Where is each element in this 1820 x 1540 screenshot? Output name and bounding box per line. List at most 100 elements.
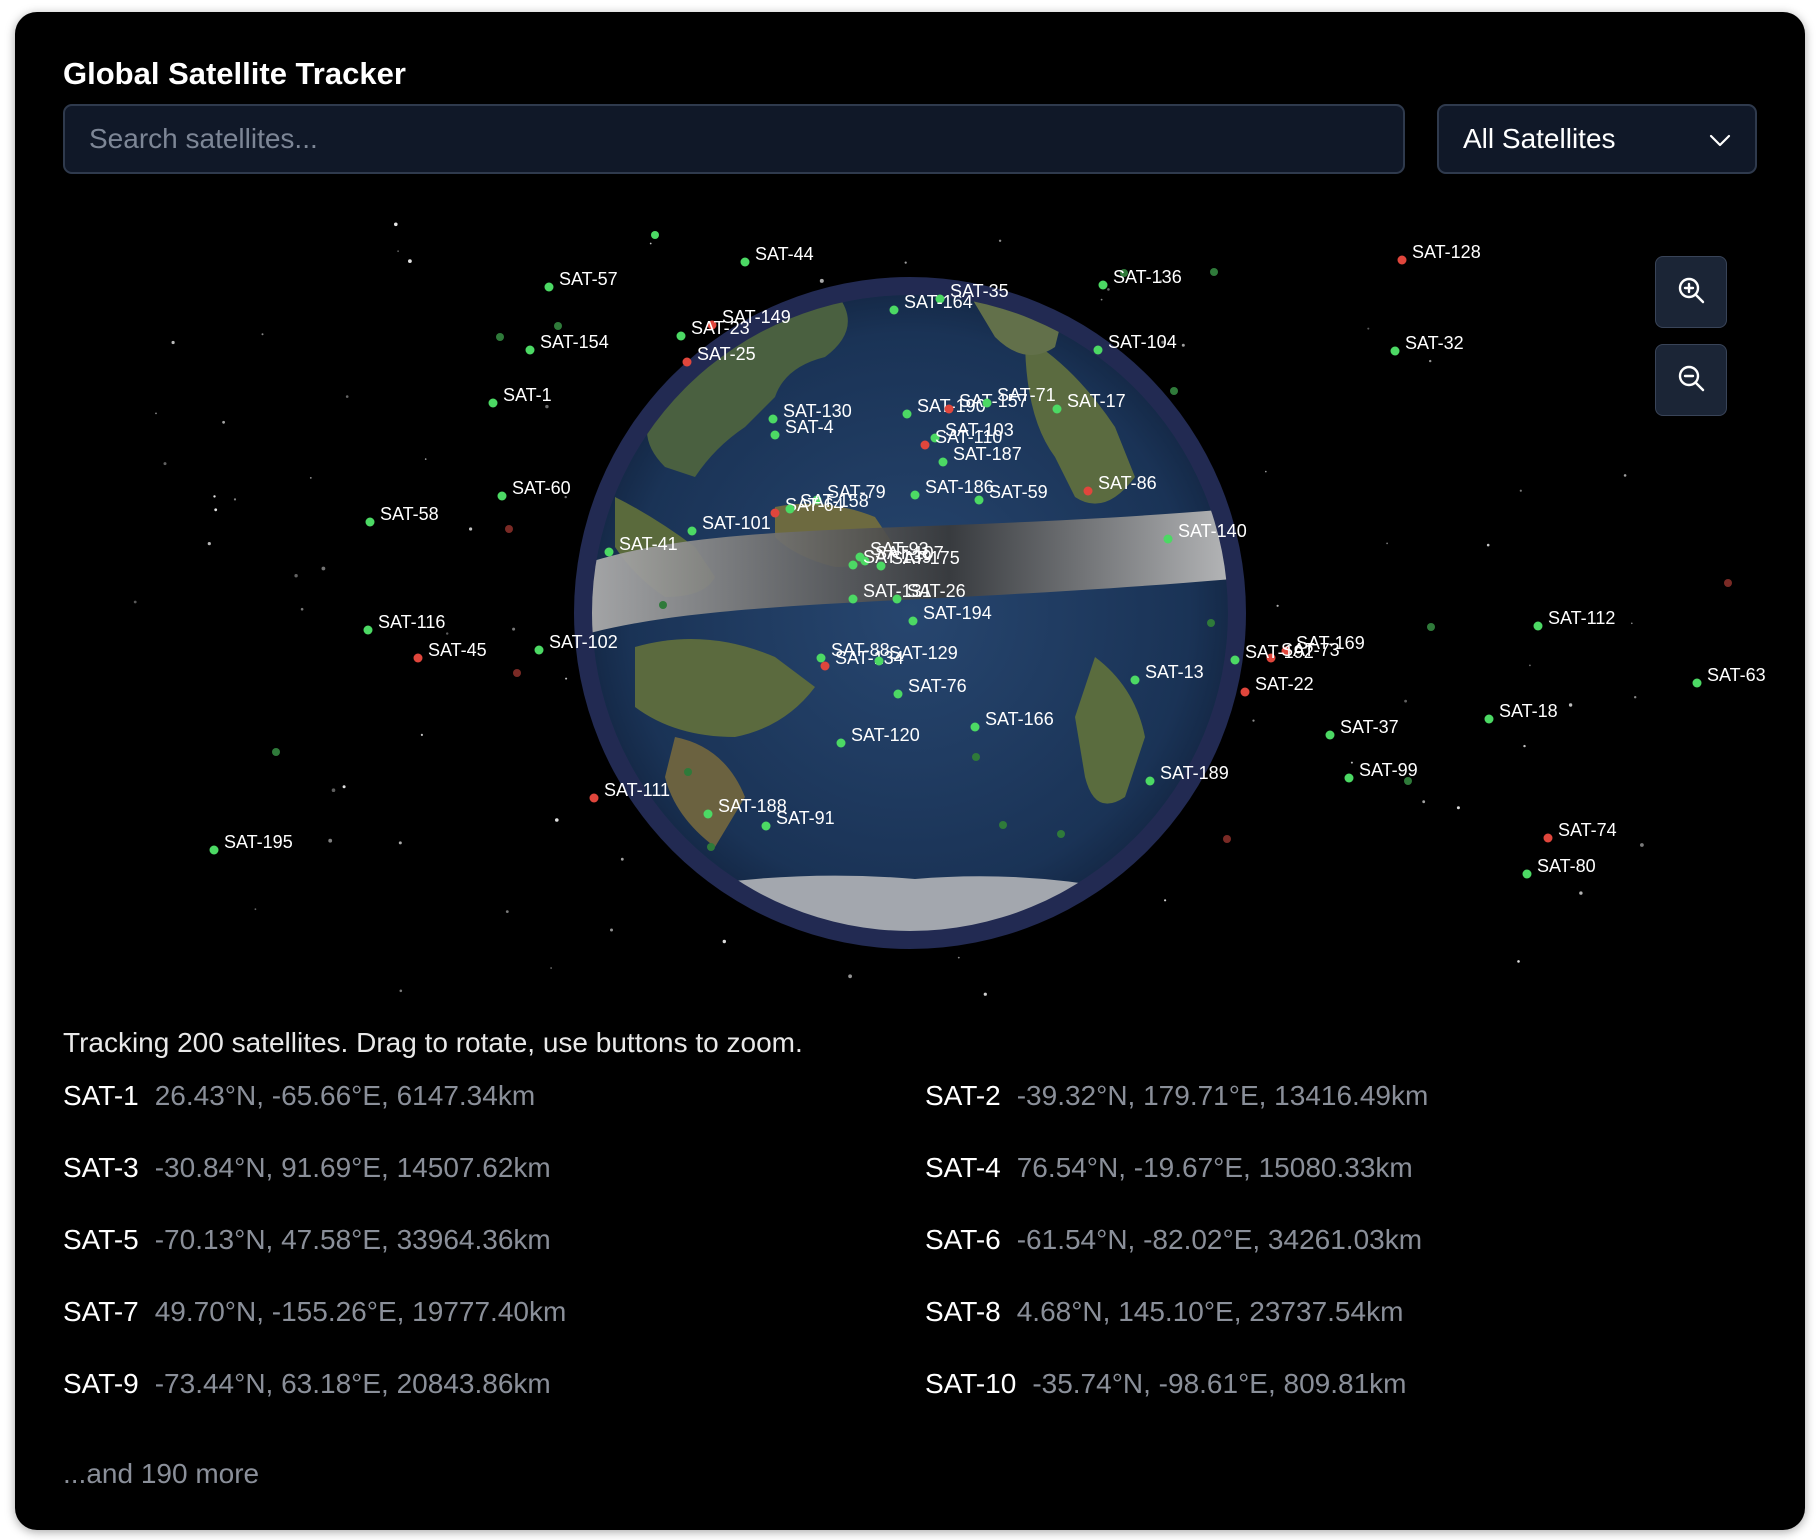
satellite-dot[interactable] [1145,776,1155,786]
satellite-dot[interactable] [534,645,544,655]
satellite-marker[interactable]: SAT-195 [209,832,293,855]
satellite-dot[interactable] [365,517,375,527]
satellite-dot[interactable] [902,409,912,419]
star [300,607,304,611]
satellite-dot[interactable] [1390,346,1400,356]
filter-select[interactable]: All Satellites [1437,104,1757,174]
list-item: SAT-5 -70.13°N, 47.58°E, 33964.36km [63,1224,551,1256]
satellite-dot[interactable] [761,821,771,831]
satellite-dot[interactable] [525,345,535,355]
satellite-marker[interactable]: SAT-18 [1484,701,1558,724]
satellite-dot[interactable] [1543,833,1553,843]
satellite-dot[interactable] [768,414,778,424]
globe-view[interactable]: SAT-44SAT-57SAT-128SAT-136SAT-35SAT-164S… [15,217,1805,1012]
satellite-dot[interactable] [209,845,219,855]
satellite-marker[interactable]: SAT-102 [534,632,618,655]
satellite-marker[interactable]: SAT-57 [544,269,618,292]
satellite-dot[interactable] [920,440,930,450]
satellite-marker[interactable]: SAT-128 [1397,242,1481,265]
search-input[interactable] [63,104,1405,174]
satellite-marker[interactable]: SAT-23 [676,318,750,341]
satellite-marker[interactable]: SAT-111 [589,780,671,803]
satellite-dot[interactable] [938,457,948,467]
satellite-marker[interactable]: SAT-136 [1098,267,1182,290]
satellite-label: SAT-25 [697,344,756,364]
satellite-dot[interactable] [703,809,713,819]
satellite-marker[interactable]: SAT-99 [1344,760,1418,783]
star [1486,543,1490,547]
satellite-dot[interactable] [1522,869,1532,879]
satellite-marker[interactable]: SAT-74 [1543,820,1617,843]
satellite-marker[interactable]: SAT-32 [1390,333,1464,356]
satellite-dot[interactable] [1163,534,1173,544]
satellite-dot[interactable] [889,305,899,315]
globe [592,295,1228,931]
satellite-dot[interactable] [874,656,884,666]
satellite-dot[interactable] [770,508,780,518]
satellite-dot[interactable] [740,257,750,267]
satellite-dot[interactable] [1093,345,1103,355]
satellite-dot[interactable] [1692,678,1702,688]
star [1640,843,1644,847]
satellite-dot[interactable] [893,689,903,699]
satellite-dot[interactable] [589,793,599,803]
star [1631,622,1633,625]
zoom-out-button[interactable] [1655,344,1727,416]
satellite-dot[interactable] [876,561,886,571]
satellite-dot[interactable] [1533,621,1543,631]
satellite-marker[interactable]: SAT-37 [1325,717,1399,740]
satellite-dot[interactable] [816,653,826,663]
satellite-dot[interactable] [1240,687,1250,697]
satellite-dot[interactable] [1083,486,1093,496]
list-item: SAT-1 26.43°N, -65.66°E, 6147.34km [63,1080,535,1112]
satellite-dot[interactable] [604,547,614,557]
satellite-label: SAT-58 [380,504,439,524]
satellite-dot[interactable] [770,430,780,440]
satellite-dot[interactable] [682,357,692,367]
satellite-marker[interactable]: SAT-45 [413,640,487,663]
satellite-dot[interactable] [848,560,858,570]
satellite-dot[interactable] [1325,730,1335,740]
satellite-dot[interactable] [982,398,992,408]
satellite-dot[interactable] [687,526,697,536]
satellite-dot[interactable] [1130,675,1140,685]
satellite-dot[interactable] [974,495,984,505]
satellite-marker[interactable]: SAT-112 [1533,608,1616,631]
satellite-dot[interactable] [970,722,980,732]
star [1252,719,1255,722]
satellite-dot[interactable] [1397,255,1407,265]
zoom-in-button[interactable] [1655,256,1727,328]
star [1579,891,1583,895]
satellite-dot[interactable] [1052,404,1062,414]
satellite-marker[interactable]: SAT-1 [488,385,552,408]
satellite-marker[interactable]: SAT-58 [365,504,439,527]
satellite-dot[interactable] [785,504,795,514]
satellite-dot[interactable] [848,594,858,604]
satellite-dot[interactable] [820,661,830,671]
satellite-marker[interactable]: SAT-80 [1522,856,1596,879]
satellite-dot[interactable] [1098,280,1108,290]
satellite-marker[interactable]: SAT-44 [740,244,814,267]
satellite-dot[interactable] [944,404,954,414]
satellite-dot[interactable] [892,594,902,604]
satellite-dot[interactable] [676,331,686,341]
satellite-dot[interactable] [1484,714,1494,724]
satellite-marker[interactable]: SAT-63 [1692,665,1766,688]
satellite-dot[interactable] [363,625,373,635]
satellite-dot[interactable] [910,490,920,500]
satellite-dot[interactable] [836,738,846,748]
satellite-dot[interactable] [544,282,554,292]
satellite-dot[interactable] [413,653,423,663]
satellite-marker[interactable]: SAT-154 [525,332,609,355]
satellite-marker[interactable]: SAT-22 [1240,674,1314,697]
satellite-dot[interactable] [488,398,498,408]
satellite-dot[interactable] [908,616,918,626]
satellite-dot[interactable] [497,491,507,501]
satellite-dot[interactable] [1230,655,1240,665]
satellite-label: SAT-13 [1145,662,1204,682]
satellite-marker[interactable]: SAT-116 [363,612,446,635]
satellite-dot[interactable] [1344,773,1354,783]
satellite-marker[interactable]: SAT-60 [497,478,571,501]
satellite-label: SAT-18 [1499,701,1558,721]
star [408,259,412,263]
